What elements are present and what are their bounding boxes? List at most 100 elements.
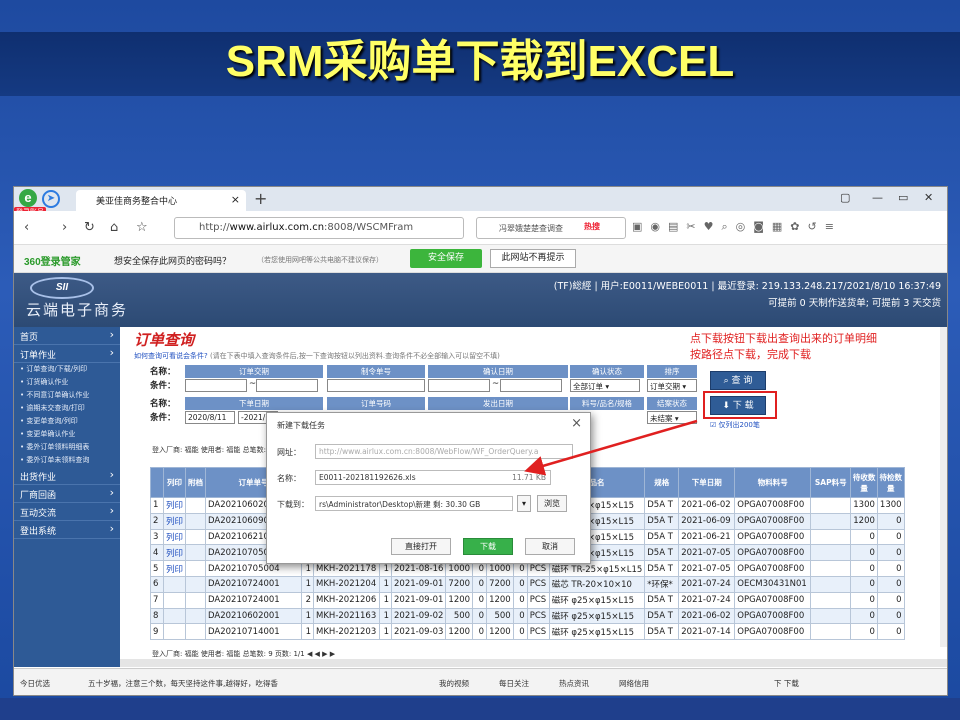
header-order-number: 订单号码: [327, 397, 425, 410]
totals-line: 登入厂商: 福能 使用者: 福能 总笔数: 9: [152, 446, 273, 454]
vertical-scrollbar[interactable]: [940, 327, 947, 647]
query-button[interactable]: ⌕ 查 询: [710, 371, 766, 390]
instruction-annotation: 点下载按钮下载出查询出来的订单明细 按路径点下载，完成下载: [690, 332, 877, 361]
table-cell: 7200: [445, 575, 474, 593]
sidebar-sub-reject-confirm[interactable]: • 不同意订单确认作业: [14, 389, 120, 402]
status-item-follow[interactable]: 每日关注: [499, 678, 529, 689]
dialog-download-button[interactable]: 下载: [463, 538, 513, 555]
table-cell: D5A T: [644, 512, 680, 530]
table-row: 9 DA20210714001 1 MKH-2021203 1 2021-09-03 120…: [150, 623, 905, 641]
sidebar-sub-overdue[interactable]: • 逾期未交查询/打印: [14, 402, 120, 415]
new-tab-button[interactable]: +: [254, 189, 267, 208]
forward-icon[interactable]: ›: [62, 220, 67, 235]
table-cell[interactable]: 列印: [162, 528, 187, 546]
pager[interactable]: 登入厂商: 福能 使用者: 福能 总笔数: 9 页数: 1/1 ◀ ◀ ▶ ▶: [152, 649, 335, 659]
table-cell: 0: [850, 528, 878, 546]
path-label: 下载到：: [277, 500, 309, 509]
reload-icon[interactable]: ↻: [84, 220, 95, 235]
browser-logo-icon[interactable]: e: [19, 189, 37, 207]
dialog-close-icon[interactable]: ×: [571, 416, 582, 431]
table-cell: 0: [850, 591, 878, 609]
search-input[interactable]: 冯翠娥楚楚查调查: [476, 217, 626, 239]
table-cell: 磁环 φ25×φ15×L15: [548, 623, 646, 641]
order-date-from-input[interactable]: 2020/8/11: [185, 411, 235, 424]
sort-select[interactable]: 订单交期 ▾: [647, 379, 697, 392]
table-cell: 500: [445, 607, 474, 625]
sidebar-sub-order-confirm[interactable]: • 订货确认作业: [14, 376, 120, 389]
news-ticker[interactable]: 五十岁福，注意三个数，每天坚持这件事,越得好，吃得香: [88, 678, 278, 689]
horizontal-scrollbar[interactable]: [120, 659, 947, 667]
table-cell[interactable]: 列印: [162, 512, 187, 530]
table-cell: 0: [512, 591, 528, 609]
dialog-cancel-button[interactable]: 取消: [525, 538, 575, 555]
tab-srm[interactable]: 美亚佳商务整合中心 ×: [76, 190, 246, 211]
close-status-select[interactable]: 未结案 ▾: [647, 411, 697, 424]
safe-save-button[interactable]: 安全保存: [410, 249, 482, 268]
query-tip[interactable]: 如何查询可看说会条件? (请在下表中填入查询条件后,按一下查询按钮以列出资料.查…: [134, 351, 500, 361]
limit-200-checkbox[interactable]: ☑ 仅列出200笔: [710, 420, 760, 430]
company-logo: SII: [30, 277, 94, 299]
daily-pick[interactable]: 今日优选: [20, 678, 50, 689]
save-path-field[interactable]: rs\Administrator\Desktop\新建 剩: 30.30 GB: [315, 496, 513, 511]
confirm-to-input[interactable]: [500, 379, 562, 392]
back-icon[interactable]: ‹: [24, 220, 29, 235]
sidebar-sub-change-confirm[interactable]: • 变更单确认作业: [14, 428, 120, 441]
row2-cond-label: 条件：: [150, 413, 176, 423]
window-maximize-icon[interactable]: ▭: [898, 191, 908, 204]
table-row: 8 DA20210602001 1 MKH-2021163 1 2021-09-02 500…: [150, 607, 905, 625]
toolbar-icons[interactable]: ▣◉▤✂♥⌕◎◙▦✿↺≡: [632, 220, 842, 234]
confirm-from-input[interactable]: [428, 379, 490, 392]
sidebar-item-shipping[interactable]: 出货作业 ›: [14, 467, 120, 485]
table-cell[interactable]: 列印: [162, 544, 187, 562]
window-close-icon[interactable]: ✕: [924, 191, 933, 204]
table-cell: [185, 623, 207, 641]
no-prompt-button[interactable]: 此网站不再提示: [490, 249, 576, 268]
url-field[interactable]: http://www.airlux.com.cn:8008/WebFlow/WF…: [315, 444, 573, 459]
row1-name-label: 名称：: [150, 367, 176, 377]
table-cell: 2021-07-24: [678, 575, 736, 593]
table-cell: 0: [512, 575, 528, 593]
confirm-status-select[interactable]: 全部订单 ▾: [570, 379, 640, 392]
table-cell: [810, 528, 852, 546]
status-download[interactable]: 下 下载: [774, 678, 799, 689]
file-name-field[interactable]: E0011-202181192626.xls 11.71 KB: [315, 470, 551, 485]
sidebar-sub-order-query[interactable]: • 订单查询/下载/列印: [14, 363, 120, 376]
slide-footer-bar: [0, 698, 960, 720]
address-input[interactable]: http://www.airlux.com.cn:8008/WSCMFram: [174, 217, 464, 239]
table-cell[interactable]: 列印: [162, 497, 187, 514]
status-item-video[interactable]: 我的视频: [439, 678, 469, 689]
sidebar-item-vendor-reply[interactable]: 厂商回函 ›: [14, 485, 120, 503]
table-cell: OPGA07008F00: [734, 528, 812, 546]
table-cell: PCS: [526, 575, 550, 593]
mo-number-input[interactable]: [327, 379, 425, 392]
open-direct-button[interactable]: 直接打开: [391, 538, 451, 555]
home-icon[interactable]: ⌂: [110, 220, 118, 235]
save-note: （若您使用网吧等公共电脑不建议保存）: [257, 256, 383, 264]
hot-search-label[interactable]: 热搜: [584, 221, 600, 232]
window-minimize-icon[interactable]: —: [872, 191, 883, 204]
table-cell: [810, 544, 852, 562]
download-highlight-box: [703, 391, 777, 419]
nav-compass-icon[interactable]: ➤: [42, 190, 60, 208]
browse-button[interactable]: 浏览: [537, 495, 567, 512]
path-dropdown-icon[interactable]: ▾: [517, 495, 531, 512]
sidebar-item-interaction[interactable]: 互动交流 ›: [14, 503, 120, 521]
sidebar-item-logout[interactable]: 登出系统 ›: [14, 521, 120, 539]
table-cell: MKH-2021203: [313, 623, 381, 641]
status-item-news[interactable]: 热点资讯: [559, 678, 589, 689]
status-item-credit[interactable]: 网络信用: [619, 678, 649, 689]
sidebar-sub-outsource-detail[interactable]: • 委外订单领料明细表: [14, 441, 120, 454]
due-to-input[interactable]: [256, 379, 318, 392]
sidebar-sub-change-query[interactable]: • 变更单查询/列印: [14, 415, 120, 428]
sidebar-sub-outsource-query[interactable]: • 委外订单未领料查询: [14, 454, 120, 467]
sidebar-item-orders[interactable]: 订单作业 ›: [14, 345, 120, 363]
favorite-star-icon[interactable]: ☆: [136, 220, 148, 235]
header-confirm-status: 确认状态: [570, 365, 644, 378]
col-spec: 规格: [644, 467, 680, 498]
due-from-input[interactable]: [185, 379, 247, 392]
window-restore-icon[interactable]: ▢: [840, 191, 850, 204]
sidebar-item-home[interactable]: 首页 ›: [14, 327, 120, 345]
tab-close-icon[interactable]: ×: [231, 193, 240, 206]
table-cell: 0: [876, 512, 905, 530]
table-cell[interactable]: 列印: [162, 560, 187, 577]
